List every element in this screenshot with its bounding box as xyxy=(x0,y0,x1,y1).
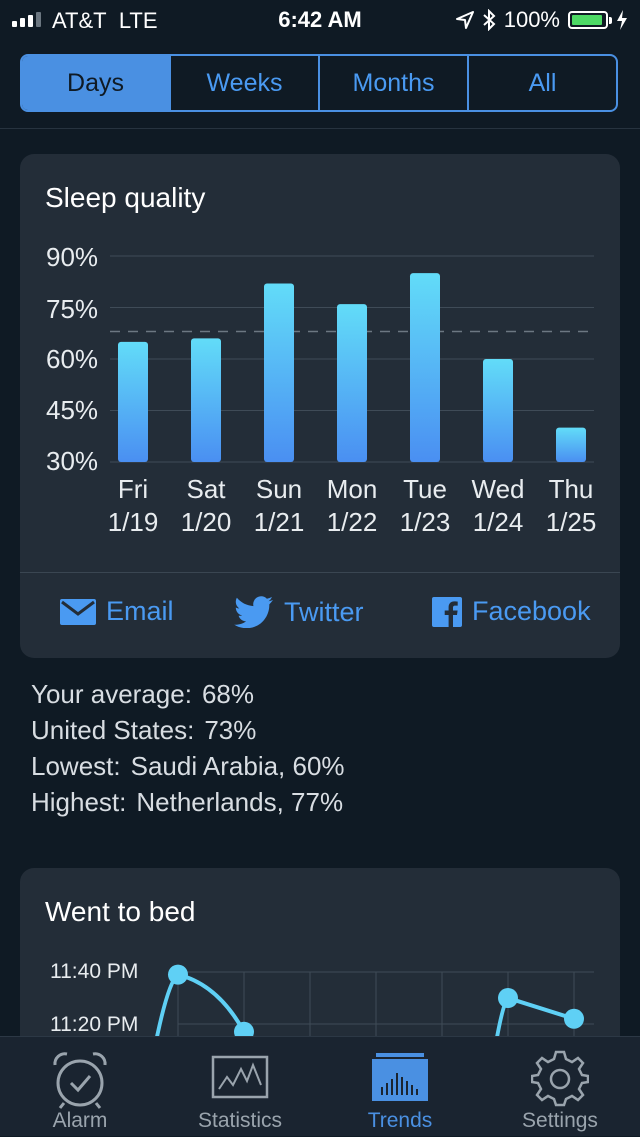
x-tick-label: Sun xyxy=(256,474,302,504)
x-tick-label: 1/25 xyxy=(546,507,597,537)
bar xyxy=(264,283,294,462)
x-tick-label: Wed xyxy=(472,474,525,504)
x-tick-label: 1/24 xyxy=(473,507,524,537)
tab-statistics[interactable]: Statistics xyxy=(160,1037,320,1137)
charging-bolt-icon xyxy=(617,10,627,30)
tab-statistics-label: Statistics xyxy=(197,1109,283,1132)
status-bar: AT&T LTE 6:42 AM 100% xyxy=(0,0,640,40)
x-tick-label: 1/21 xyxy=(254,507,305,537)
bar xyxy=(556,427,586,462)
sleep-quality-chart: Fri1/19Sat1/20Sun1/21Mon1/22Tue1/23Wed1/… xyxy=(108,255,597,537)
bar xyxy=(410,273,440,462)
envelope-icon xyxy=(60,598,96,625)
data-point xyxy=(564,1008,584,1029)
tab-trends-label: Trends xyxy=(367,1109,433,1132)
period-segmented-control: Days Weeks Months All xyxy=(20,54,618,112)
bluetooth-icon xyxy=(483,9,496,31)
data-point xyxy=(168,964,188,985)
stat-value: Saudi Arabia, 60% xyxy=(130,751,345,781)
stat-label: Your average: xyxy=(31,679,192,709)
stat-label: Highest: xyxy=(31,787,127,817)
stat-value: Netherlands, 77% xyxy=(136,787,344,817)
share-twitter-label: Twitter xyxy=(284,596,364,627)
stat-row: United States: 73% xyxy=(31,712,345,748)
x-tick-label: 1/19 xyxy=(108,507,159,537)
sleep-stats: Your average: 68% United States: 73% Lowes… xyxy=(31,676,345,820)
stat-label: Lowest: xyxy=(31,751,121,781)
share-facebook-button[interactable]: Facebook xyxy=(432,596,591,627)
alarm-clock-icon xyxy=(53,1052,107,1109)
x-tick-label: 1/22 xyxy=(327,507,378,537)
x-tick-label: Thu xyxy=(549,474,594,504)
stat-value: 73% xyxy=(204,715,257,745)
x-tick-label: Sat xyxy=(186,474,226,504)
segment-months[interactable]: Months xyxy=(320,56,469,110)
status-indicators: 100% xyxy=(455,7,628,33)
battery-percent: 100% xyxy=(503,7,560,32)
segment-days[interactable]: Days xyxy=(22,56,171,110)
stat-row: Lowest: Saudi Arabia, 60% xyxy=(31,748,345,784)
x-tick-label: Tue xyxy=(403,474,447,504)
sleep-quality-card: Sleep quality 90% 75% 60% 45% 30% Fri 1/1… xyxy=(20,154,620,658)
tab-settings-label: Settings xyxy=(522,1109,598,1132)
share-email-button[interactable]: Email xyxy=(60,596,174,627)
header-divider xyxy=(0,128,640,129)
data-point xyxy=(498,988,518,1008)
x-tick-label: 1/20 xyxy=(181,507,232,537)
stat-value: 68% xyxy=(201,679,254,709)
bar xyxy=(337,304,367,462)
stat-label: United States: xyxy=(31,715,195,745)
segment-all[interactable]: All xyxy=(469,56,616,110)
stat-row: Highest: Netherlands, 77% xyxy=(31,784,345,820)
tab-settings[interactable]: Settings xyxy=(480,1037,640,1137)
tab-trends[interactable]: Trends xyxy=(320,1037,480,1137)
stat-row: Your average: 68% xyxy=(31,676,345,712)
battery-icon xyxy=(568,11,612,29)
bar xyxy=(191,338,221,462)
x-tick-label: 1/23 xyxy=(400,507,451,537)
share-email-label: Email xyxy=(106,596,174,626)
x-tick-label: Mon xyxy=(327,474,378,504)
tab-bar: Alarm Statistics Trends Settings xyxy=(0,1036,640,1136)
share-facebook-label: Facebook xyxy=(472,596,591,626)
trends-bars-icon xyxy=(372,1053,428,1101)
share-twitter-button[interactable]: Twitter xyxy=(234,596,364,628)
bar xyxy=(483,359,513,462)
tab-alarm-label: Alarm xyxy=(52,1109,108,1132)
statistics-chart-icon xyxy=(211,1055,269,1099)
bar xyxy=(118,341,148,462)
segment-weeks[interactable]: Weeks xyxy=(171,56,320,110)
card-divider xyxy=(20,572,620,573)
facebook-icon xyxy=(432,596,462,627)
gear-icon xyxy=(531,1050,589,1107)
twitter-bird-icon xyxy=(234,596,273,628)
tab-alarm[interactable]: Alarm xyxy=(0,1037,160,1137)
location-arrow-icon xyxy=(455,11,474,29)
x-tick-label: Fri xyxy=(118,474,148,504)
